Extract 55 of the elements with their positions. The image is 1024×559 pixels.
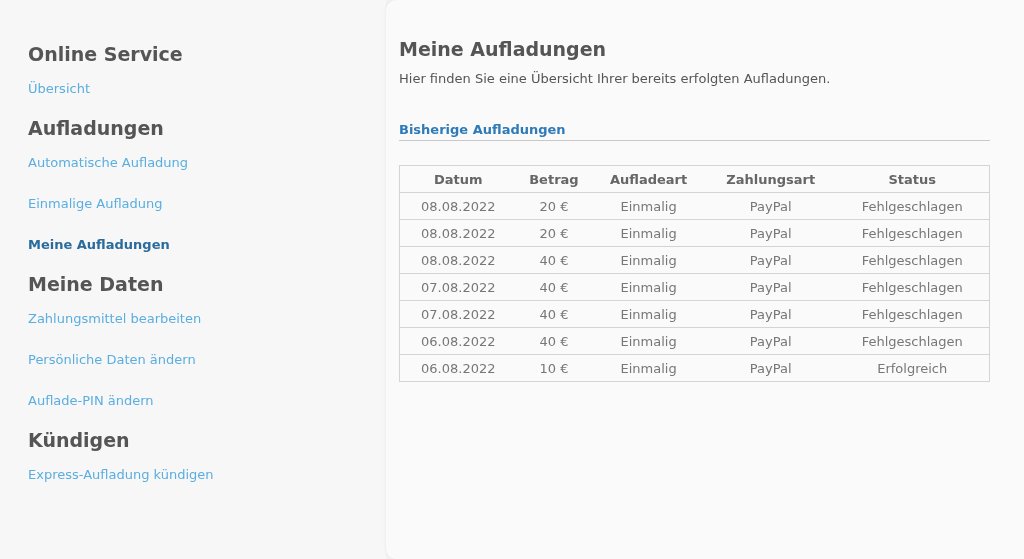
sidebar-heading: Meine Daten bbox=[28, 272, 165, 297]
table-cell: 07.08.2022 bbox=[399, 300, 517, 328]
table-cell: Einmalig bbox=[591, 327, 706, 355]
sidebar-link[interactable]: Express-Aufladung kündigen bbox=[28, 467, 214, 483]
sidebar-link[interactable]: Persönliche Daten ändern bbox=[28, 352, 196, 368]
sidebar-link[interactable]: Übersicht bbox=[28, 81, 90, 97]
table-cell: PayPal bbox=[705, 192, 836, 220]
table-cell: Einmalig bbox=[591, 219, 706, 247]
table-cell: 07.08.2022 bbox=[399, 273, 517, 301]
table-cell: 08.08.2022 bbox=[399, 246, 517, 274]
table-cell: 40 € bbox=[516, 327, 592, 355]
intro-text: Hier finden Sie eine Übersicht Ihrer bereits erfolgten Aufladungen. bbox=[399, 70, 831, 88]
sidebar-heading: Online Service bbox=[28, 42, 184, 67]
table-cell: 10 € bbox=[516, 354, 592, 382]
table-cell: PayPal bbox=[705, 219, 836, 247]
table-cell: 40 € bbox=[516, 246, 592, 274]
column-header: Status bbox=[835, 165, 990, 193]
table-cell: 08.08.2022 bbox=[399, 192, 517, 220]
sidebar-heading: Aufladungen bbox=[28, 116, 165, 141]
table-cell: Fehlgeschlagen bbox=[835, 327, 990, 355]
sidebar-link[interactable]: Zahlungsmittel bearbeiten bbox=[28, 311, 202, 327]
sidebar-heading: Kündigen bbox=[28, 428, 131, 453]
page-title: Meine Aufladungen bbox=[399, 37, 607, 62]
table-cell: Fehlgeschlagen bbox=[835, 192, 990, 220]
table-cell: PayPal bbox=[705, 327, 836, 355]
column-header: Betrag bbox=[516, 165, 592, 193]
table-cell: Einmalig bbox=[591, 192, 706, 220]
table-cell: Einmalig bbox=[591, 354, 706, 382]
table-cell: 08.08.2022 bbox=[399, 219, 517, 247]
table-cell: Fehlgeschlagen bbox=[835, 273, 990, 301]
table-cell: Einmalig bbox=[591, 246, 706, 274]
column-header: Aufladeart bbox=[591, 165, 706, 193]
table-cell: Fehlgeschlagen bbox=[835, 246, 990, 274]
column-header: Zahlungsart bbox=[705, 165, 836, 193]
table-cell: Fehlgeschlagen bbox=[835, 219, 990, 247]
table-cell: 40 € bbox=[516, 273, 592, 301]
table-cell: Einmalig bbox=[591, 300, 706, 328]
sidebar-link[interactable]: Automatische Aufladung bbox=[28, 155, 189, 171]
table-cell: 06.08.2022 bbox=[399, 327, 517, 355]
table-cell: 40 € bbox=[516, 300, 592, 328]
table-cell: PayPal bbox=[705, 354, 836, 382]
table-cell: PayPal bbox=[705, 273, 836, 301]
table-cell: Erfolgreich bbox=[835, 354, 990, 382]
section-title: Bisherige Aufladungen bbox=[399, 121, 566, 139]
table-cell: PayPal bbox=[705, 300, 836, 328]
table-cell: PayPal bbox=[705, 246, 836, 274]
table-cell: Einmalig bbox=[591, 273, 706, 301]
table-cell: 20 € bbox=[516, 219, 592, 247]
table-cell: Fehlgeschlagen bbox=[835, 300, 990, 328]
sidebar-link[interactable]: Einmalige Aufladung bbox=[28, 196, 163, 212]
sidebar-link[interactable]: Auflade-PIN ändern bbox=[28, 393, 154, 409]
table-cell: 06.08.2022 bbox=[399, 354, 517, 382]
table-cell: 20 € bbox=[516, 192, 592, 220]
sidebar-link[interactable]: Meine Aufladungen bbox=[28, 237, 170, 253]
column-header: Datum bbox=[399, 165, 517, 193]
